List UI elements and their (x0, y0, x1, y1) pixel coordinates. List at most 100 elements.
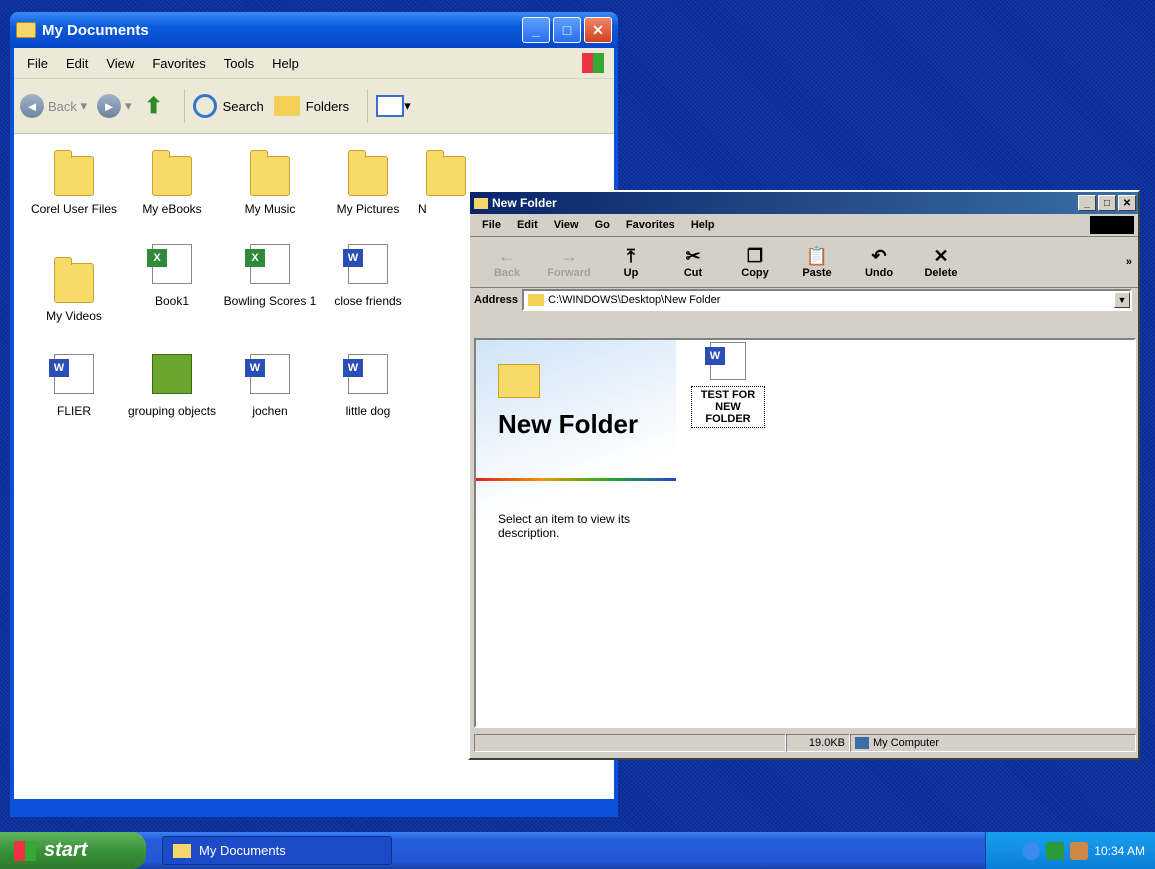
undo-icon: ↶ (871, 246, 887, 266)
status-zone-label: My Computer (873, 737, 940, 749)
forward-label: Forward (547, 267, 591, 279)
paste-label: Paste (802, 267, 832, 279)
menu-favorites[interactable]: Favorites (152, 56, 205, 71)
network-icon[interactable] (1022, 841, 1041, 860)
menu-edit[interactable]: Edit (66, 56, 88, 71)
word-file-icon: W (245, 354, 290, 394)
file-item[interactable]: W little dog (318, 354, 418, 418)
new-folder-window: New Folder _ □ ✕ File Edit View Go Favor… (468, 190, 1140, 760)
address-input[interactable]: C:\WINDOWS\Desktop\New Folder ▼ (522, 289, 1132, 311)
cut-label: Cut (683, 267, 703, 279)
file-item[interactable]: X Bowling Scores 1 (220, 244, 320, 308)
undo-button[interactable]: ↶ Undo (848, 245, 910, 279)
file-item[interactable]: W FLIER (24, 354, 124, 418)
item-label: My Pictures (336, 202, 400, 216)
folders-button[interactable]: Folders (273, 96, 350, 116)
views-icon (376, 95, 405, 117)
folder-item[interactable]: My Videos (24, 257, 124, 323)
back-button[interactable]: ← Back (476, 245, 538, 279)
back-arrow-icon: ← (498, 246, 516, 266)
search-button[interactable]: Search (192, 94, 264, 118)
file-item[interactable]: W close friends (318, 244, 418, 308)
status-bar: 19.0KB My Computer (474, 734, 1136, 754)
more-chevron-icon[interactable]: » (1126, 256, 1132, 268)
file-item[interactable]: X Book1 (122, 244, 222, 308)
menu-help[interactable]: Help (272, 56, 299, 71)
folders-icon (273, 96, 300, 116)
word-file-icon: W (705, 342, 746, 380)
cut-button[interactable]: ✂ Cut (662, 245, 724, 279)
menu-go[interactable]: Go (595, 219, 610, 231)
dropdown-arrow-icon[interactable]: ▼ (1114, 292, 1130, 308)
title-bar[interactable]: New Folder _ □ ✕ (470, 192, 1138, 214)
start-button[interactable]: start (0, 832, 146, 869)
file-item[interactable]: grouping objects (122, 354, 222, 418)
item-label: N (418, 202, 427, 216)
folder-icon (54, 257, 94, 303)
back-label: Back (48, 98, 77, 114)
windows-logo-icon (1090, 216, 1134, 234)
up-button[interactable]: ⬆ (142, 93, 166, 118)
menu-file[interactable]: File (27, 56, 48, 71)
word-file-icon: W (343, 354, 388, 394)
file-item[interactable]: W jochen (220, 354, 320, 418)
item-label: My Videos (46, 309, 102, 323)
up-button[interactable]: ⤒ Up (600, 245, 662, 279)
folder-item[interactable]: My Music (220, 150, 320, 216)
item-label: Corel User Files (30, 202, 117, 216)
minimize-button[interactable]: _ (522, 17, 550, 43)
item-label: My Music (244, 202, 296, 216)
folder-item[interactable]: My Pictures (318, 150, 418, 216)
title-bar[interactable]: My Documents _ □ ✕ (10, 12, 618, 48)
back-button[interactable]: ◄ Back ▾ (20, 94, 87, 118)
clock[interactable]: 10:34 AM (1094, 844, 1145, 858)
dropdown-icon: ▾ (404, 98, 411, 113)
delete-button[interactable]: ✕ Delete (910, 245, 972, 279)
menu-edit[interactable]: Edit (517, 219, 538, 231)
minimize-button[interactable]: _ (1078, 195, 1096, 211)
status-zone: My Computer (850, 734, 1136, 752)
start-label: start (44, 839, 88, 861)
menu-help[interactable]: Help (691, 219, 715, 231)
folder-item[interactable]: Corel User Files (24, 150, 124, 216)
windows-logo-icon (14, 840, 36, 861)
users-icon[interactable] (1070, 841, 1089, 860)
dropdown-icon[interactable]: ▾ (77, 98, 88, 114)
folder-icon (152, 150, 192, 196)
menu-tools[interactable]: Tools (224, 56, 254, 71)
tray-app-icon[interactable] (1046, 841, 1065, 860)
forward-button[interactable]: → Forward (538, 245, 600, 279)
file-item[interactable]: W TEST FOR NEW FOLDER (688, 340, 768, 428)
taskbar-item-label: My Documents (199, 843, 286, 858)
item-label: little dog (345, 404, 391, 418)
toolbar: ← Back → Forward ⤒ Up ✂ Cut ❐ Copy 📋 Paste ↶ Un… (470, 237, 1138, 288)
copy-button[interactable]: ❐ Copy (724, 245, 786, 279)
item-label: close friends (334, 294, 402, 308)
menu-file[interactable]: File (482, 219, 501, 231)
item-label: jochen (252, 404, 288, 418)
menu-view[interactable]: View (554, 219, 579, 231)
paste-button[interactable]: 📋 Paste (786, 245, 848, 279)
folders-label: Folders (305, 98, 350, 114)
address-bar: Address C:\WINDOWS\Desktop\New Folder ▼ (470, 288, 1138, 312)
close-button[interactable]: ✕ (584, 17, 612, 43)
views-button[interactable]: ▾ (376, 95, 411, 117)
item-label: FLIER (56, 404, 91, 418)
forward-button[interactable]: ► ▾ (97, 94, 132, 118)
dropdown-icon[interactable]: ▾ (125, 98, 132, 114)
maximize-button[interactable]: □ (553, 17, 581, 43)
close-button[interactable]: ✕ (1118, 195, 1136, 211)
folder-icon (173, 843, 191, 858)
menu-view[interactable]: View (106, 56, 134, 71)
folder-item[interactable]: My eBooks (122, 150, 222, 216)
folder-icon (54, 150, 94, 196)
folder-icon (528, 294, 545, 306)
word-file-icon: W (49, 354, 94, 394)
back-arrow-icon: ◄ (20, 94, 44, 118)
menu-favorites[interactable]: Favorites (626, 219, 675, 231)
publisher-file-icon (152, 354, 192, 394)
taskbar-item-my-documents[interactable]: My Documents (162, 836, 392, 865)
maximize-button[interactable]: □ (1098, 195, 1116, 211)
folder-item[interactable]: N (416, 150, 476, 216)
back-label: Back (493, 267, 521, 279)
